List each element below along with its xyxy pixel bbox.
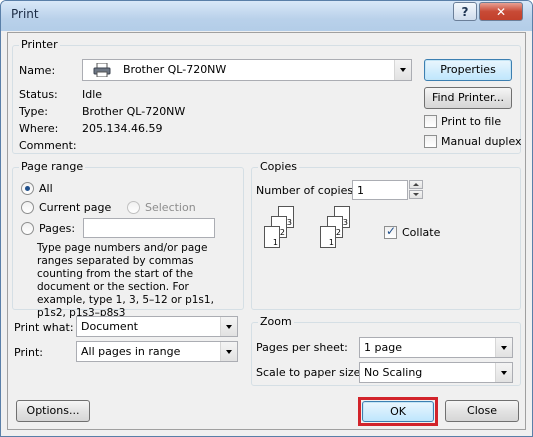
pages-per-sheet-label: Pages per sheet:	[256, 341, 348, 354]
where-value: 205.134.46.59	[82, 122, 163, 135]
page-range-help-text: Type page numbers and/or page ranges sep…	[37, 242, 214, 319]
collate-illustration-left: 3 2 1	[264, 206, 304, 262]
copies-up-arrow-icon[interactable]	[409, 180, 423, 189]
status-label: Status:	[19, 88, 58, 101]
type-value: Brother QL-720NW	[82, 105, 186, 118]
print-dialog: Print ? ✕ Printer Name: Brother QL-720NW…	[0, 0, 533, 437]
find-printer-button[interactable]: Find Printer...	[424, 87, 512, 109]
current-page-radio[interactable]	[21, 201, 34, 214]
type-label: Type:	[19, 105, 48, 118]
printer-name-select[interactable]: Brother QL-720NW	[82, 59, 412, 81]
page-icon: 1	[320, 226, 336, 248]
all-label[interactable]: All	[39, 182, 53, 195]
window-title: Print	[11, 7, 39, 21]
zoom-group-label: Zoom	[258, 315, 294, 328]
print-select[interactable]: All pages in range	[76, 341, 238, 362]
collate-checkbox[interactable]	[384, 224, 397, 239]
scale-to-paper-value: No Scaling	[364, 366, 423, 379]
properties-button[interactable]: Properties	[424, 59, 512, 81]
chevron-down-icon[interactable]	[394, 60, 411, 80]
number-of-copies-label: Number of copies:	[256, 184, 357, 197]
chevron-down-icon[interactable]	[495, 363, 512, 382]
chevron-down-icon[interactable]	[495, 338, 512, 357]
printer-name-value: Brother QL-720NW	[123, 63, 227, 76]
zoom-group: Zoom Pages per sheet: 1 page Scale to pa…	[251, 315, 521, 386]
manual-duplex-checkbox[interactable]	[424, 135, 437, 148]
print-label: Print:	[14, 346, 44, 359]
current-page-label[interactable]: Current page	[39, 201, 111, 214]
all-radio[interactable]	[21, 182, 34, 195]
selection-label[interactable]: Selection	[145, 201, 196, 214]
pages-radio[interactable]	[21, 222, 34, 235]
print-to-file-checkbox[interactable]	[424, 115, 437, 128]
close-button[interactable]: Close	[445, 400, 519, 422]
page-icon: 1	[264, 226, 280, 248]
dialog-content: Printer Name: Brother QL-720NW Status: I…	[7, 32, 526, 430]
window-close-button[interactable]: ✕	[479, 2, 523, 21]
print-to-file-label[interactable]: Print to file	[441, 115, 501, 128]
page-range-group-label: Page range	[19, 160, 86, 173]
number-of-copies-value: 1	[357, 184, 364, 197]
comment-label: Comment:	[19, 139, 77, 152]
copies-down-arrow-icon[interactable]	[409, 190, 423, 199]
print-what-value: Document	[81, 320, 138, 333]
print-value: All pages in range	[81, 345, 181, 358]
pages-label[interactable]: Pages:	[39, 222, 75, 235]
printer-group: Printer Name: Brother QL-720NW Status: I…	[12, 38, 522, 154]
printer-group-label: Printer	[19, 38, 60, 51]
pages-per-sheet-select[interactable]: 1 page	[359, 337, 513, 358]
number-of-copies-input[interactable]: 1	[352, 180, 408, 200]
pages-input[interactable]	[83, 218, 215, 238]
manual-duplex-label[interactable]: Manual duplex	[441, 135, 522, 148]
copies-group-label: Copies	[258, 160, 299, 173]
copies-group: Copies Number of copies: 1 3 2 1 3 2 1 C…	[251, 160, 521, 310]
scale-to-paper-select[interactable]: No Scaling	[359, 362, 513, 383]
page-range-group: Page range All Current page Selection Pa…	[12, 160, 244, 319]
collate-label[interactable]: Collate	[402, 226, 440, 239]
where-label: Where:	[19, 122, 59, 135]
print-what-select[interactable]: Document	[76, 316, 238, 337]
ok-button[interactable]: OK	[362, 401, 434, 422]
chevron-down-icon[interactable]	[220, 317, 237, 336]
print-what-label: Print what:	[14, 321, 74, 334]
options-button[interactable]: Options...	[16, 400, 90, 422]
printer-name-label: Name:	[19, 64, 56, 77]
pages-per-sheet-value: 1 page	[364, 341, 402, 354]
printer-icon	[93, 62, 111, 80]
collate-illustration-right: 3 2 1	[320, 206, 360, 262]
help-button[interactable]: ?	[453, 2, 477, 21]
title-bar[interactable]: Print ? ✕	[1, 1, 532, 31]
chevron-down-icon[interactable]	[220, 342, 237, 361]
status-value: Idle	[82, 88, 103, 101]
scale-to-paper-label: Scale to paper size:	[256, 366, 365, 379]
selection-radio[interactable]	[127, 201, 140, 214]
